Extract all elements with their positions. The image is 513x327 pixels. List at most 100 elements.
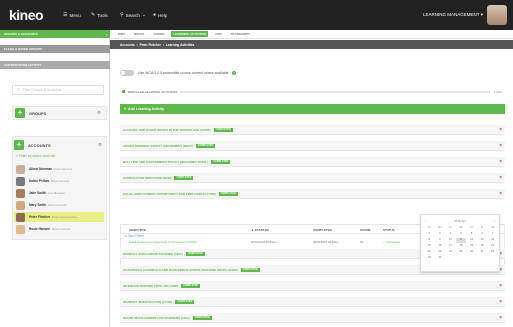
- avatar[interactable]: [487, 5, 507, 25]
- learning-activity-name[interactable]: INTENSIVE PROVIDE FIRST AID (1000): [123, 284, 178, 288]
- breadcrumb-accounts[interactable]: Accounts: [120, 43, 135, 47]
- filter-link[interactable]: + Filter by status and role: [16, 154, 55, 158]
- close-icon[interactable]: ×: [499, 143, 502, 149]
- learning-activity-row[interactable]: INCIDENT INVESTIGATION (17185) COMPLETED ×: [120, 297, 505, 307]
- learning-activity-row[interactable]: INJURY MANAGEMENT FOR WORKERS (1601) COMP…: [120, 313, 505, 323]
- tab-cpd[interactable]: CPD: [213, 31, 223, 37]
- learning-activity-row[interactable]: ALCOHOL AND OTHER DRUGS IN THE WORKPLACE…: [120, 125, 505, 135]
- column-header-completed[interactable]: COMPLETED: [313, 228, 332, 232]
- calendar-day[interactable]: 3: [445, 232, 456, 237]
- account-list-item[interactable]: Rosie Hansen Direct Account: [14, 224, 104, 234]
- learning-activity-name[interactable]: INCIDENT INVESTIGATION (17185): [123, 300, 172, 304]
- close-icon[interactable]: ×: [499, 283, 502, 289]
- breadcrumb-user[interactable]: Peter Fletcher: [140, 43, 161, 47]
- calendar-day[interactable]: 22: [424, 250, 435, 255]
- add-group-button[interactable]: +: [15, 108, 25, 118]
- learning-activity-name[interactable]: BULLYING AND HARASSMENT POLICY (BEHAVING…: [123, 160, 208, 164]
- gear-icon[interactable]: ⚙: [98, 142, 102, 148]
- wcag-toggle[interactable]: [120, 70, 134, 76]
- calendar-day[interactable]: 1: [424, 232, 435, 237]
- calendar-day[interactable]: 8: [424, 238, 435, 243]
- calendar-day[interactable]: 27: [477, 250, 488, 255]
- gear-icon[interactable]: ⚙: [97, 110, 101, 116]
- close-icon[interactable]: ×: [499, 315, 502, 321]
- calendar-day[interactable]: 18: [456, 244, 467, 249]
- info-icon[interactable]: i: [232, 71, 237, 75]
- calendar-day[interactable]: 2: [435, 232, 446, 237]
- calendar-day[interactable]: 7: [487, 232, 498, 237]
- learning-activity-name[interactable]: CONTRACTOR INDUCTION (NAM): [123, 176, 171, 180]
- calendar-day[interactable]: 30: [435, 256, 446, 261]
- learning-activity-name[interactable]: HAZARDOUS CHEMICALS AND DANGEROUS GOODS …: [123, 268, 238, 272]
- calendar-day[interactable]: 14: [487, 238, 498, 243]
- calendar-day[interactable]: 25: [456, 250, 467, 255]
- calendar-day[interactable]: 12: [466, 238, 477, 243]
- calendar-day[interactable]: 11: [455, 238, 467, 243]
- add-account-button[interactable]: +: [14, 140, 24, 150]
- calendar-day[interactable]: 29: [424, 256, 435, 261]
- learning-activity-row[interactable]: CONTRACTOR INDUCTION (NAM) COMPLETED ×: [120, 173, 505, 183]
- column-header-status[interactable]: STATUS: [383, 228, 395, 232]
- close-icon[interactable]: ×: [499, 159, 502, 165]
- calendar-day[interactable]: 15: [424, 244, 435, 249]
- calendar-day[interactable]: 5: [466, 232, 477, 237]
- menu-button[interactable]: ☰ Menu: [63, 12, 81, 18]
- tab-roles[interactable]: ROLES: [132, 31, 146, 37]
- account-list-item[interactable]: Peter Fletcher Direct Account Role: [14, 212, 104, 222]
- tab-dirt[interactable]: DIRT: [116, 31, 127, 37]
- sidebar-item-flags[interactable]: FLAGS & SAVED GROUPS: [0, 45, 110, 53]
- calendar-day[interactable]: 13: [477, 238, 488, 243]
- search-button[interactable]: ⚲ Search ⌄: [120, 12, 146, 18]
- learning-activity-row[interactable]: ARMED ROBBERY SAFETY AWARENESS (NEXT) COM…: [120, 141, 505, 151]
- calendar-day[interactable]: 26: [466, 250, 477, 255]
- kineo-logo[interactable]: kineo: [9, 7, 44, 23]
- help-button[interactable]: ● Help: [153, 12, 167, 18]
- learning-activity-name[interactable]: ALCOHOL AND OTHER DRUGS IN THE WORKPLACE…: [123, 128, 211, 132]
- column-header-objective[interactable]: OBJECTIVE: [129, 228, 146, 232]
- add-learning-activity-button[interactable]: + Add Learning Activity: [120, 104, 505, 114]
- account-list-item[interactable]: Mary Smith Direct Account: [14, 200, 104, 210]
- close-icon[interactable]: ×: [499, 127, 502, 133]
- close-icon[interactable]: ×: [499, 191, 502, 197]
- accounts-header[interactable]: + ACCOUNTS ⚙: [12, 138, 107, 152]
- account-list-item[interactable]: Jake Smith Line Manager: [14, 188, 104, 198]
- calendar-day[interactable]: 28: [487, 250, 498, 255]
- learning-activity-row[interactable]: EQUAL EMPLOYMENT OPPORTUNITY FOR EMPLOYE…: [120, 189, 505, 199]
- search-input[interactable]: ⚲ Filter Groups & Accounts: [12, 85, 104, 95]
- learning-activity-row[interactable]: BULLYING AND HARASSMENT POLICY (BEHAVING…: [120, 157, 505, 167]
- calendar-day[interactable]: 23: [435, 250, 446, 255]
- learning-activity-name[interactable]: GENERAL EVACUATION TRAINING (1027): [123, 252, 183, 256]
- user-menu[interactable]: LEARNING MANAGEMENT ▾: [423, 12, 483, 18]
- calendar-day[interactable]: 17: [445, 244, 456, 249]
- calendar-day[interactable]: 21: [487, 244, 498, 249]
- calendar-day[interactable]: 16: [435, 244, 446, 249]
- column-header-score[interactable]: SCORE: [360, 228, 371, 232]
- column-header-started[interactable]: ▲ STARTED: [251, 228, 269, 232]
- calendar-day[interactable]: 6: [477, 232, 488, 237]
- calendar-next-button[interactable]: ›: [494, 218, 495, 223]
- calendar-day[interactable]: 24: [445, 250, 456, 255]
- learning-activity-row[interactable]: INTENSIVE PROVIDE FIRST AID (1000) COMPLE…: [120, 281, 505, 291]
- sidebar-item-groups-accounts[interactable]: GROUPS & ACCOUNTS ›: [0, 30, 110, 38]
- calendar-day[interactable]: 9: [435, 238, 446, 243]
- new-filters-link[interactable]: ⁂ New Filters: [124, 234, 144, 238]
- calendar-day[interactable]: 20: [477, 244, 488, 249]
- tab-transcript[interactable]: TRANSCRIPT: [229, 31, 252, 37]
- account-list-item[interactable]: Albert Newman Direct Account: [14, 164, 104, 174]
- hide-toggle[interactable]: ▾ Hide: [493, 90, 502, 94]
- close-icon[interactable]: ×: [499, 299, 502, 305]
- learning-activity-name[interactable]: INJURY MANAGEMENT FOR WORKERS (1601): [123, 316, 190, 320]
- learning-activity-name[interactable]: ARMED ROBBERY SAFETY AWARENESS (NEXT): [123, 144, 193, 148]
- tab-learning-activities[interactable]: LEARNING ACTIVITIES: [171, 31, 209, 37]
- close-icon[interactable]: ×: [499, 175, 502, 181]
- calendar-day[interactable]: 4: [456, 232, 467, 237]
- calendar-day[interactable]: 10: [445, 238, 456, 243]
- calendar-day[interactable]: 19: [466, 244, 477, 249]
- groups-panel[interactable]: + GROUPS ⚙: [12, 106, 107, 120]
- sidebar-item-certification[interactable]: CERTIFICATION ACTIVITY: [0, 61, 110, 69]
- objective-name[interactable]: Equal Employment Opportunity for Employe…: [129, 240, 197, 244]
- learning-activity-name[interactable]: EQUAL EMPLOYMENT OPPORTUNITY FOR EMPLOYE…: [123, 192, 216, 196]
- tools-button[interactable]: ✎ Tools: [91, 12, 108, 18]
- tab-cliens[interactable]: CLIENS: [151, 31, 166, 37]
- account-list-item[interactable]: Dottie Pellow Direct Account: [14, 176, 104, 186]
